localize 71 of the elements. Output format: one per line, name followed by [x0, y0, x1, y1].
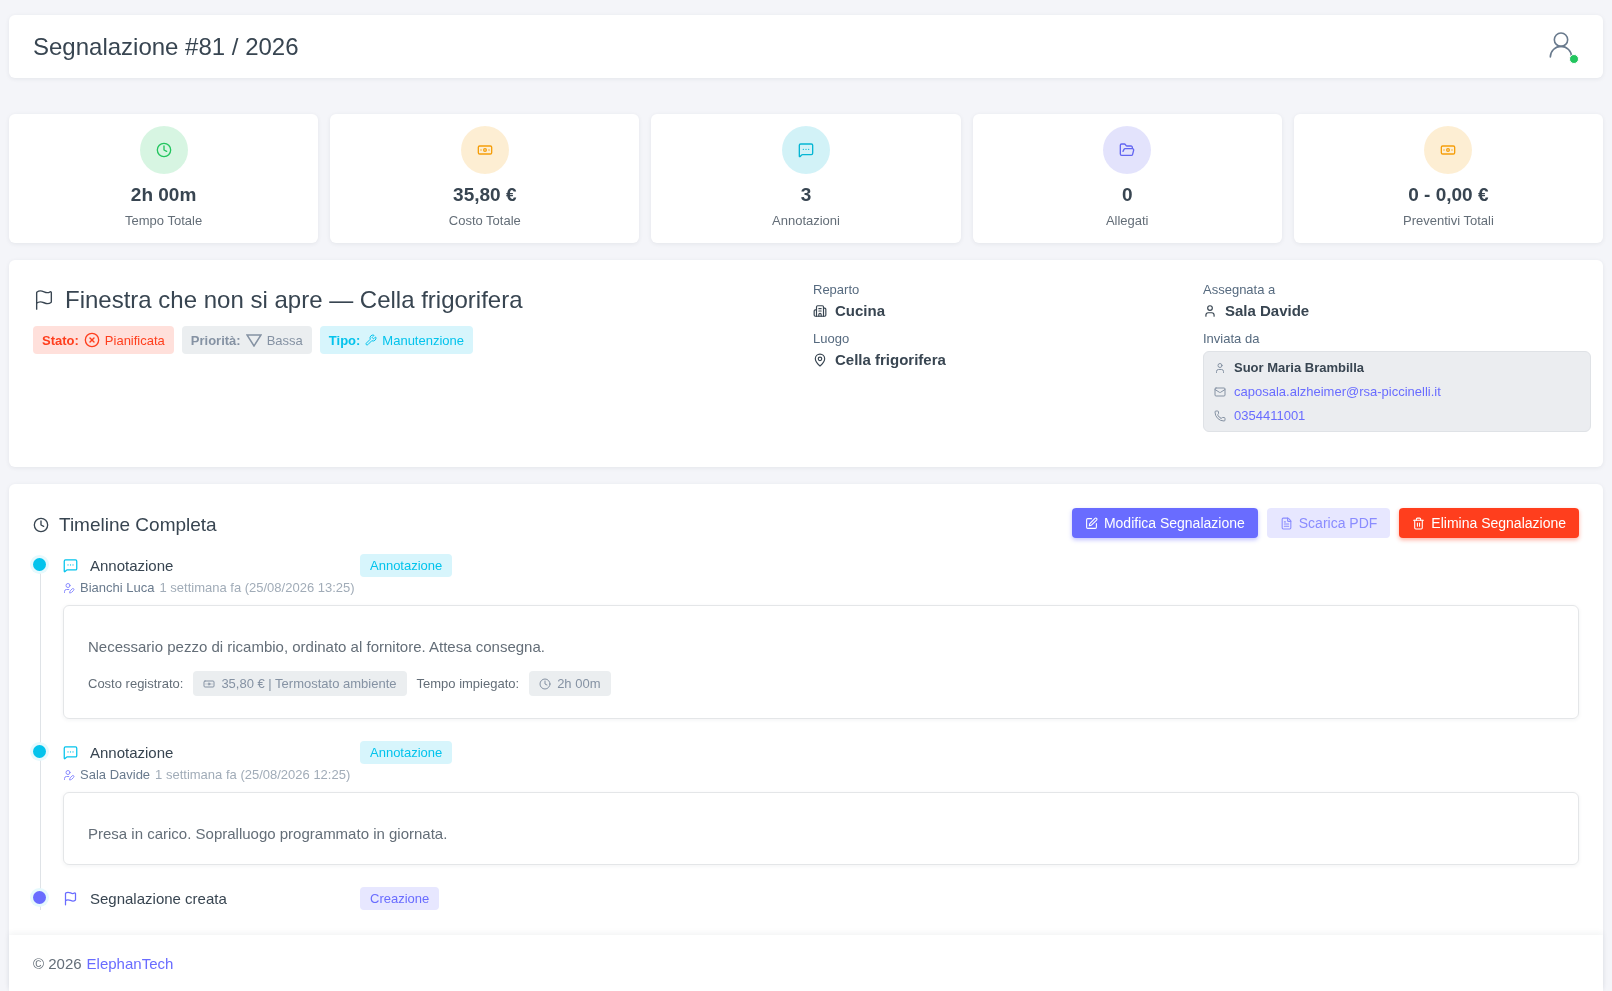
field-label: Assegnata a [1203, 282, 1277, 297]
status-badge: Stato: Pianificata [33, 326, 174, 354]
delete-button[interactable]: Elimina Segnalazione [1399, 508, 1579, 538]
download-button[interactable]: Scarica PDF [1266, 508, 1391, 538]
type-badge: Tipo: Manutenzione [319, 326, 473, 354]
chat-icon [63, 745, 78, 760]
stat-value: 0 - 0,00 € [1408, 184, 1489, 206]
field-label: Luogo [813, 331, 851, 346]
copyright-text: © 2026 [33, 954, 82, 972]
event-title: Annotazione [90, 744, 175, 761]
document-icon [1279, 516, 1293, 530]
stat-label: Tempo Totale [125, 213, 203, 228]
user-edit-icon [63, 581, 75, 594]
sender-name: Suor Maria Brambilla [1234, 360, 1365, 375]
event-tag: Annotazione [360, 554, 453, 577]
timeline-dot [33, 558, 46, 571]
edit-icon [1084, 516, 1098, 530]
flag-icon [33, 289, 55, 311]
chat-icon [63, 558, 78, 573]
field-value: Cucina [835, 302, 885, 319]
stat-value: 2h 00m [130, 184, 197, 206]
field-value: Cella frigorifera [835, 351, 946, 368]
cost-chip: 35,80 € | Termostato ambiente [193, 671, 407, 696]
email-link[interactable]: caposala.alzheimer@rsa-piccinelli.it [1234, 384, 1441, 399]
event-title: Annotazione [90, 557, 175, 574]
stat-value: 35,80 € [453, 184, 517, 206]
timeline-title: Timeline Completa [59, 514, 217, 536]
priority-badge: Priorità: Bassa [181, 326, 312, 354]
pin-icon [813, 352, 827, 367]
event-author: Bianchi Luca [80, 580, 155, 595]
cost-label: Costo registrato: [88, 676, 184, 691]
stat-value: 3 [800, 184, 812, 206]
brand-link[interactable]: ElephanTech [86, 954, 174, 972]
flag-icon [63, 891, 78, 906]
ticket-title: Finestra che non si apre — Cella frigorifera [65, 286, 523, 314]
field-label: Reparto [813, 282, 861, 297]
field-label: Inviata da [1203, 331, 1261, 346]
cancel-icon [83, 332, 100, 348]
event-author: Sala Davide [80, 767, 151, 782]
clock-icon [33, 517, 49, 533]
stat-label: Preventivi Totali [1403, 213, 1494, 228]
event-tag: Creazione [360, 887, 440, 910]
event-title: Segnalazione creata [90, 890, 228, 907]
stat-label: Allegati [1105, 213, 1149, 228]
mail-icon [1214, 385, 1226, 398]
field-value: Sala Davide [1225, 302, 1310, 319]
event-time: 1 settimana fa (25/08/2026 12:25) [155, 767, 351, 782]
user-icon [1203, 303, 1217, 318]
building-icon [813, 303, 827, 318]
event-text: Presa in carico. Sopralluogo programmato in giornata. [88, 825, 449, 842]
stat-label: Annotazioni [772, 213, 840, 228]
user-icon [1214, 361, 1226, 374]
triangle-down-icon [245, 333, 262, 347]
trash-icon [1412, 516, 1426, 530]
event-tag: Annotazione [360, 741, 453, 764]
page-title: Segnalazione #81 / 2026 [33, 32, 299, 61]
stat-value: 0 [1121, 184, 1133, 206]
banknote-icon [203, 677, 216, 690]
time-chip: 2h 00m [529, 671, 611, 696]
edit-button[interactable]: Modifica Segnalazione [1071, 508, 1258, 538]
stat-label: Costo Totale [448, 213, 521, 228]
time-label: Tempo impiegato: [416, 676, 520, 691]
event-time: 1 settimana fa (25/08/2026 13:25) [159, 580, 355, 595]
wrench-icon [365, 334, 378, 346]
phone-link[interactable]: 0354411001 [1234, 408, 1306, 423]
user-edit-icon [63, 768, 75, 781]
event-text: Necessario pezzo di ricambio, ordinato al fornitore. Attesa consegna. [88, 638, 546, 655]
timeline-dot [33, 745, 46, 758]
phone-icon [1214, 409, 1226, 422]
clock-icon [539, 677, 552, 690]
timeline-dot [33, 891, 46, 904]
